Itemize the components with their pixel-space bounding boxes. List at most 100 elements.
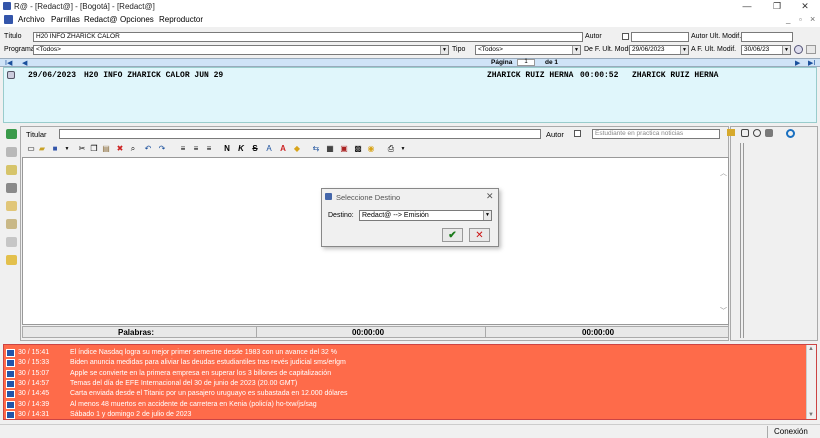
news-ticker-list: 30 / 15:41 El índice Nasdaq logra su mej… (3, 344, 817, 420)
align-left-icon[interactable]: ≡ (178, 144, 188, 154)
cancel-button[interactable]: ✕ (469, 228, 490, 242)
notes-icon[interactable] (6, 255, 17, 265)
menu-opciones[interactable]: Opciones (120, 15, 154, 24)
print-icon[interactable]: ⎙ (386, 144, 396, 154)
close-button[interactable]: ✕ (794, 0, 816, 13)
ticker-row[interactable]: 30 / 15:41 El índice Nasdaq logra su mej… (4, 348, 804, 358)
ticker-row[interactable]: 30 / 15:33 Biden anuncia medidas para al… (4, 358, 804, 368)
strike-button[interactable]: S (250, 144, 260, 154)
child-restore-button[interactable]: ▫ (799, 15, 802, 24)
titular-input[interactable] (59, 129, 541, 139)
de-f-ult-modif-label: De F. Ult. Modif. (584, 46, 634, 53)
app-menu-icon[interactable] (4, 15, 13, 24)
autor-checkbox[interactable] (622, 33, 629, 40)
dialog-close-button[interactable]: ✕ (486, 191, 494, 202)
cut-icon[interactable]: ✂ (77, 144, 87, 154)
menu-parrillas[interactable]: Parrillas (51, 15, 80, 24)
document-icon[interactable] (6, 165, 17, 175)
ticker-text: Apple se convierte en la primera empresa… (70, 369, 332, 377)
menu-archivo[interactable]: Archivo (18, 15, 45, 24)
save-icon[interactable]: ■ (50, 144, 60, 154)
de-f-date-picker[interactable]: 29/06/2023 ▼ (629, 45, 689, 55)
ticker-row[interactable]: 30 / 14:57 Temas del día de EFE Internac… (4, 379, 804, 389)
scroll-down-icon[interactable]: ▼ (808, 412, 814, 418)
folder-icon[interactable] (6, 201, 17, 211)
new-document-icon[interactable]: ▭ (26, 144, 36, 154)
insert-icon[interactable]: ⇆ (311, 144, 321, 154)
align-right-icon[interactable]: ≡ (204, 144, 214, 154)
chevron-down-icon[interactable]: ▼ (62, 144, 72, 154)
news-item-icon (7, 71, 15, 79)
ticker-row[interactable]: 30 / 14:31 Sábado 1 y domingo 2 de julio… (4, 410, 804, 419)
list-icon[interactable] (765, 129, 773, 137)
align-center-icon[interactable]: ≡ (191, 144, 201, 154)
editor-autor-input[interactable]: Estudiante en practica noticias (592, 129, 720, 139)
font-icon[interactable]: A (264, 144, 274, 154)
clipboard-icon[interactable] (6, 219, 17, 229)
titulo-label: Título (4, 33, 22, 40)
titular-label: Titular (26, 130, 47, 139)
bold-button[interactable]: N (222, 144, 232, 154)
autor-ult-modif-input[interactable] (741, 32, 793, 42)
info-icon[interactable] (786, 129, 795, 138)
first-page-button[interactable]: I◀ (5, 59, 12, 67)
ticker-row[interactable]: 30 / 15:07 Apple se convierte en la prim… (4, 369, 804, 379)
child-close-button[interactable]: × (810, 14, 815, 24)
destino-value: Redact@ --> Emisión (362, 212, 429, 219)
child-minimize-button[interactable]: _ (786, 15, 790, 24)
autor-input[interactable] (631, 32, 689, 42)
add-icon[interactable] (6, 129, 17, 139)
italic-button[interactable]: K (236, 144, 246, 154)
ok-button[interactable]: ✔ (442, 228, 463, 242)
tipo-select[interactable]: <Todos> ▼ (475, 45, 581, 55)
menu-reproductor[interactable]: Reproductor (159, 15, 203, 24)
media-icon[interactable]: ▣ (339, 144, 349, 154)
attach-icon[interactable] (741, 129, 749, 137)
scroll-up-icon[interactable]: ︿ (720, 168, 727, 178)
next-page-button[interactable]: ▶ (795, 59, 800, 67)
scroll-down-icon[interactable]: ﹀ (720, 306, 727, 316)
prev-page-button[interactable]: ◀ (22, 59, 27, 67)
paste-icon[interactable]: ▤ (101, 144, 111, 154)
clock-icon[interactable]: ◉ (366, 144, 376, 154)
image-icon[interactable]: ▩ (353, 144, 363, 154)
destino-select[interactable]: Redact@ --> Emisión ▼ (359, 210, 492, 221)
folder-icon[interactable] (727, 129, 735, 136)
ticker-scrollbar[interactable]: ▲ ▼ (806, 345, 816, 419)
search-icon[interactable] (806, 45, 816, 54)
ticker-row[interactable]: 30 / 14:39 Al menos 48 muertos en accide… (4, 400, 804, 410)
left-toolbar (3, 127, 20, 339)
highlight-icon[interactable]: ◆ (292, 144, 302, 154)
titulo-input[interactable]: H20 INFO ZHARICK CALOR (33, 32, 583, 42)
open-folder-icon[interactable]: ▰ (37, 144, 47, 154)
a-f-date-picker[interactable]: 30/06/23 ▼ (741, 45, 791, 55)
copy-icon[interactable]: ❐ (89, 144, 99, 154)
last-page-button[interactable]: ▶I (808, 59, 815, 67)
minimize-button[interactable]: — (736, 0, 758, 13)
pagina-input[interactable]: 1 (517, 59, 535, 66)
restore-button[interactable]: ❐ (766, 0, 788, 13)
undo-icon[interactable]: ↶ (143, 144, 153, 154)
programa-select[interactable]: <Todos> ▼ (33, 45, 449, 55)
font-color-icon[interactable]: A (278, 144, 288, 154)
chevron-down-icon: ▼ (483, 211, 491, 220)
ticker-time: 30 / 15:41 (18, 349, 50, 356)
divider (256, 327, 257, 337)
settings-icon[interactable] (753, 129, 761, 137)
tool-icon[interactable] (6, 147, 17, 157)
scroll-up-icon[interactable]: ▲ (808, 346, 814, 352)
news-duration: 00:00:52 (580, 71, 619, 80)
pen-icon[interactable] (6, 237, 17, 247)
redo-icon[interactable]: ↷ (157, 144, 167, 154)
news-row[interactable]: 29/06/2023 H20 INFO ZHARICK CALOR JUN 29… (4, 68, 816, 80)
editor-autor-checkbox[interactable] (574, 130, 581, 137)
menu-redacta[interactable]: Redact@ (84, 15, 117, 24)
select-destination-dialog: Seleccione Destino ✕ Destino: Redact@ --… (321, 188, 499, 247)
ticker-row[interactable]: 30 / 14:45 Carta enviada desde el Titani… (4, 389, 804, 399)
chevron-down-icon[interactable]: ▼ (398, 144, 408, 154)
refresh-icon[interactable] (794, 45, 803, 54)
archive-icon[interactable] (6, 183, 17, 193)
find-icon[interactable]: ⌕ (128, 144, 138, 154)
delete-icon[interactable]: ✖ (115, 144, 125, 154)
table-icon[interactable]: ▦ (325, 144, 335, 154)
